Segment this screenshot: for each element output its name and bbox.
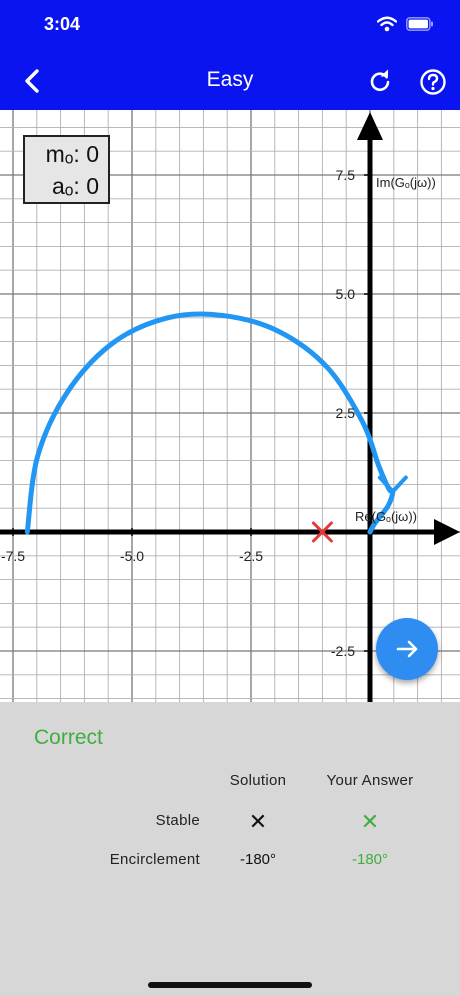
result-panel: Correct Solution Your Answer Stable ✕ ✕ … [0, 702, 460, 996]
arrow-right-icon [396, 640, 418, 658]
result-status: Correct [34, 726, 103, 749]
encirclement-solution: -180° [239, 851, 277, 868]
help-icon[interactable] [419, 68, 447, 96]
x-tick-label: -2.5 [239, 548, 263, 564]
y-axis-label: Im(Gₒ(jω)) [376, 175, 436, 190]
m-value: 0 [86, 141, 99, 167]
nyquist-curve [24, 311, 396, 535]
status-time: 3:04 [44, 14, 81, 34]
app-bar: Easy [0, 52, 460, 110]
next-button[interactable] [376, 618, 438, 680]
x-axis-arrow [434, 519, 460, 545]
encirclement-answer: -180° [351, 851, 389, 868]
y-tick-label: 2.5 [336, 405, 356, 421]
a-row: aₒ: 0 [52, 173, 99, 200]
wifi-icon [377, 16, 397, 32]
your-answer-header: Your Answer [326, 772, 414, 789]
a-value: 0 [86, 173, 99, 199]
row-encirclement-label: Encirclement [109, 851, 200, 868]
y-tick-label: -2.5 [331, 643, 355, 659]
m-row: mₒ: 0 [46, 141, 99, 168]
row-stable-label: Stable [155, 812, 200, 829]
stable-answer: ✕ [360, 809, 380, 834]
y-tick-label: 5.0 [336, 286, 356, 302]
a-label: aₒ: [51, 173, 80, 199]
stable-solution: ✕ [248, 809, 268, 834]
status-bar: 3:04 [0, 0, 460, 52]
x-tick-label: -5.0 [120, 548, 144, 564]
home-indicator[interactable] [148, 982, 312, 988]
y-axis-arrow [357, 112, 383, 140]
refresh-icon[interactable] [366, 68, 394, 96]
indicator-box: mₒ: 0 aₒ: 0 [23, 135, 110, 204]
y-tick-label: 7.5 [336, 167, 356, 183]
status-icons [377, 16, 434, 32]
m-label: mₒ: [45, 141, 80, 167]
solution-header: Solution [229, 772, 287, 789]
battery-icon [406, 17, 433, 31]
x-tick-label: -7.5 [1, 548, 25, 564]
x-axis-label: Re(Gₒ(jω)) [355, 509, 417, 524]
